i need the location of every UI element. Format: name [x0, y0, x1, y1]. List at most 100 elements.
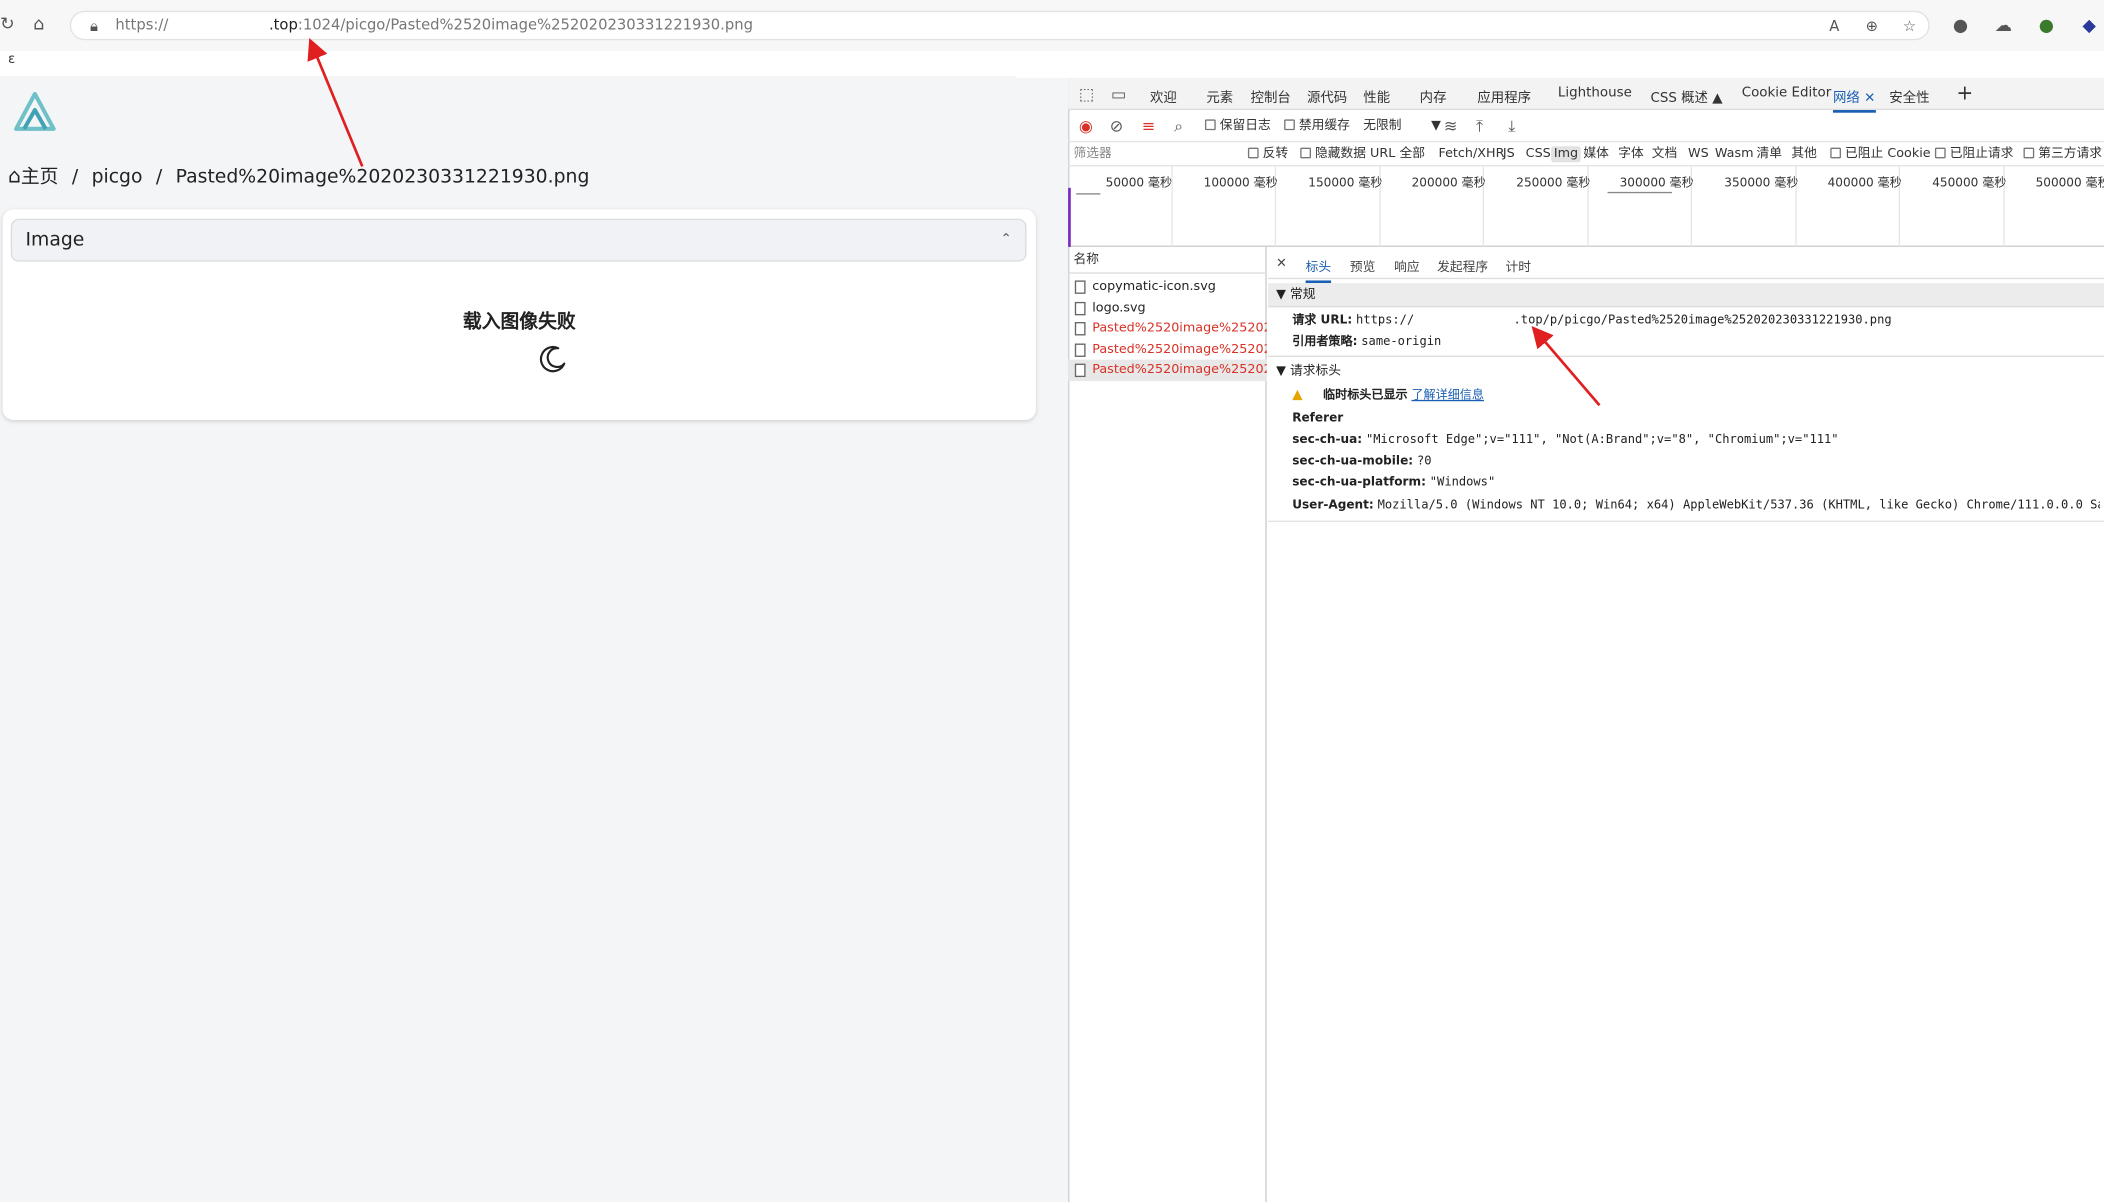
triangle-down-icon: ▼ [1276, 287, 1290, 302]
timeline-tick: 450000 毫秒 [1932, 177, 2007, 191]
refresh-icon[interactable]: ↻ [0, 11, 15, 41]
devtools-tab[interactable]: 内存 [1420, 86, 1447, 106]
file-icon [1074, 343, 1086, 357]
filter-type[interactable]: WS [1688, 146, 1709, 162]
close-icon[interactable]: ✕ [1276, 256, 1287, 271]
timeline-bar [1607, 191, 1672, 194]
app-logo-icon[interactable] [11, 89, 59, 135]
breadcrumb-folder[interactable]: picgo [92, 165, 143, 189]
filter-type[interactable]: 清单 [1756, 146, 1782, 162]
inspect-icon[interactable]: ⬚ [1079, 85, 1094, 104]
devtools-tab[interactable]: 元素 [1206, 86, 1233, 106]
timeline-bar [1076, 193, 1101, 195]
breadcrumb: ⌂主页 / picgo / Pasted%20image%202023033122193… [8, 164, 589, 189]
filter-type[interactable]: 字体 [1618, 146, 1644, 162]
favorite-icon[interactable]: ☆ [1899, 12, 1920, 42]
invert-checkbox[interactable]: 反转 [1247, 146, 1288, 162]
filter-icon[interactable]: ≡ [1142, 117, 1156, 136]
devtools-tab[interactable]: 应用程序 [1477, 86, 1531, 106]
timeline-tick: 400000 毫秒 [1827, 177, 1902, 191]
read-aloud-icon[interactable]: A [1824, 12, 1845, 42]
timeline-tick: 300000 毫秒 [1619, 177, 1694, 191]
download-icon[interactable]: ⤓ [1508, 117, 1515, 136]
url-text: https://.top:1024/picgo/Pasted%2520image… [115, 16, 753, 34]
breadcrumb-home[interactable]: 主页 [21, 165, 59, 189]
moon-icon[interactable] [537, 344, 569, 376]
blocked-cookies-checkbox[interactable]: 已阻止 Cookie [1830, 146, 1931, 162]
detail-tab[interactable]: 预览 [1350, 256, 1376, 275]
cloud-icon[interactable]: ☁ [1991, 12, 2015, 42]
home-icon[interactable]: ⌂ [27, 11, 51, 41]
timeline-marker [1068, 187, 1071, 247]
filter-type[interactable]: 其他 [1791, 146, 1817, 162]
load-failed-message: 载入图像失败 [462, 311, 576, 333]
request-row[interactable]: Pasted%2520image%2520202... [1068, 318, 1267, 339]
preserve-log-checkbox[interactable]: 保留日志 [1204, 118, 1271, 134]
devtools-tab[interactable]: Lighthouse [1558, 86, 1632, 101]
search-icon[interactable]: ⌕ [1174, 117, 1183, 136]
filter-type-all[interactable]: 全部 [1400, 146, 1426, 162]
file-icon [1074, 322, 1086, 336]
request-row[interactable]: copymatic-icon.svg [1068, 276, 1267, 297]
record-icon[interactable]: ◉ [1079, 117, 1093, 136]
detail-tab-headers[interactable]: 标头 [1305, 256, 1332, 284]
profile-icon[interactable]: ● [1948, 12, 1972, 42]
request-row[interactable]: logo.svg [1068, 298, 1267, 319]
file-icon [1074, 301, 1086, 316]
filter-input[interactable]: 筛选器 [1073, 146, 1111, 162]
clear-icon[interactable]: ⊘ [1110, 117, 1124, 136]
timeline-tick: 500000 毫秒 [2035, 177, 2104, 191]
home-icon[interactable]: ⌂ [8, 164, 21, 188]
detail-tab[interactable]: 计时 [1506, 256, 1532, 275]
devtools-tab-network[interactable]: 网络 ✕ [1832, 86, 1876, 113]
network-timeline[interactable]: 50000 毫秒 100000 毫秒 150000 毫秒 200000 毫秒 2… [1068, 166, 2104, 247]
request-headers-section-header[interactable]: ▼ 请求标头 [1268, 360, 2104, 384]
request-row[interactable]: Pasted%2520image%2520202... [1068, 339, 1267, 360]
filter-type[interactable]: CSS [1526, 146, 1551, 162]
filter-type[interactable]: 文档 [1652, 146, 1678, 162]
breadcrumb-separator: / [71, 166, 79, 188]
file-icon [1074, 363, 1086, 378]
filter-type-selected[interactable]: Img [1551, 146, 1581, 163]
blocked-requests-checkbox[interactable]: 已阻止请求 [1934, 146, 2013, 162]
devtools-tab[interactable]: Cookie Editor [1742, 86, 1832, 101]
learn-more-link[interactable]: 了解详细信息 [1411, 389, 1483, 402]
upload-icon[interactable]: ⤒ [1476, 117, 1483, 136]
filter-type[interactable]: JS [1503, 146, 1515, 162]
detail-tab[interactable]: 响应 [1394, 256, 1420, 275]
hide-data-url-checkbox[interactable]: 隐藏数据 URL [1300, 146, 1395, 162]
add-tab-icon[interactable]: + [1956, 81, 1973, 105]
devtools-tab[interactable]: CSS 概述 ▲ [1650, 86, 1722, 106]
filter-type[interactable]: Fetch/XHR [1438, 146, 1504, 162]
close-icon[interactable]: ✕ [1864, 91, 1875, 106]
edge-copilot-icon[interactable]: ◆ [2077, 12, 2101, 42]
filter-type[interactable]: Wasm [1715, 146, 1754, 162]
general-section-header[interactable]: ▼ 常规 [1268, 283, 2104, 308]
referrer-policy-row: 引用者策略: same-origin [1292, 335, 1442, 349]
detail-tab[interactable]: 发起程序 [1437, 256, 1488, 275]
breadcrumb-separator: / [155, 166, 163, 188]
name-column-header[interactable]: 名称 [1068, 247, 1267, 274]
third-party-checkbox[interactable]: 第三方请求 [2023, 146, 2102, 162]
lock-icon[interactable]: 🔒︎ [85, 12, 104, 42]
timeline-tick: 150000 毫秒 [1308, 177, 1383, 191]
throttle-select[interactable]: 无限制 ▼ [1363, 118, 1441, 134]
devtools-tab[interactable]: 性能 [1363, 86, 1390, 106]
timeline-tick: 50000 毫秒 [1105, 177, 1173, 191]
timeline-tick: 100000 毫秒 [1203, 177, 1278, 191]
bookmark-strip: ε [0, 50, 1016, 78]
devtools-tab[interactable]: 源代码 [1307, 86, 1347, 106]
request-row-selected[interactable]: Pasted%2520image%2520202... [1068, 359, 1267, 382]
wifi-icon[interactable]: ≋ [1444, 117, 1458, 136]
disable-cache-checkbox[interactable]: 禁用缓存 [1284, 118, 1350, 134]
zoom-icon[interactable]: ⊕ [1861, 12, 1882, 42]
filter-type[interactable]: 媒体 [1583, 146, 1609, 162]
devtools-tab[interactable]: 欢迎 [1150, 86, 1177, 106]
device-toolbar-icon[interactable]: ▭ [1111, 85, 1126, 104]
devtools-tab[interactable]: 控制台 [1251, 86, 1291, 106]
warning-icon: ▲ [1292, 387, 1303, 403]
preview-type-select[interactable]: Image ⌃ [10, 218, 1027, 262]
timeline-tick: 200000 毫秒 [1411, 177, 1486, 191]
devtools-tab[interactable]: 安全性 [1889, 86, 1929, 106]
extension-icon[interactable]: ● [2034, 12, 2058, 42]
